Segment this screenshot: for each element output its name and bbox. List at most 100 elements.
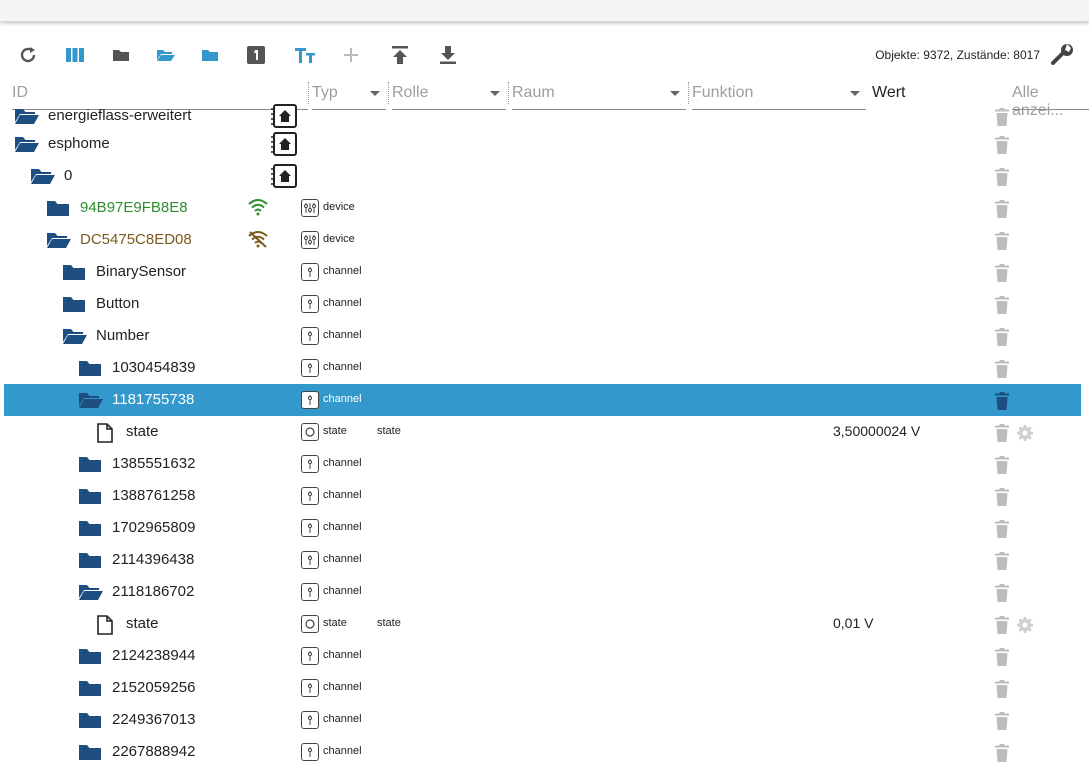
folder-closed-icon[interactable] <box>78 679 102 702</box>
trash-icon[interactable] <box>995 392 1009 415</box>
trash-icon[interactable] <box>995 136 1009 159</box>
tree-row-name: 1385551632 <box>112 455 196 472</box>
folder-closed-icon[interactable] <box>78 455 102 478</box>
channel-type-icon <box>301 647 319 665</box>
tree-row-name: energieflass-erweitert <box>48 107 192 124</box>
tree-row[interactable]: 2152059256 channel <box>4 672 1081 704</box>
chevron-down-icon <box>850 91 860 96</box>
channel-type-icon <box>301 295 319 313</box>
plus-icon[interactable] <box>338 42 364 68</box>
columns-icon[interactable] <box>62 42 88 68</box>
tree-row-name: 94B97E9FB8E8 <box>80 199 188 216</box>
tree-row-name: 2124238944 <box>112 647 196 664</box>
tree-row[interactable]: Number channel <box>4 320 1081 352</box>
tree-row-type: state <box>323 617 347 629</box>
folder-closed-icon[interactable] <box>78 359 102 382</box>
folder-closed-icon[interactable] <box>108 42 134 68</box>
file-icon[interactable] <box>96 615 114 640</box>
tree-row[interactable]: 1385551632 channel <box>4 448 1081 480</box>
tree-row[interactable]: esphome <box>4 128 1081 160</box>
tree-row[interactable]: Button channel <box>4 288 1081 320</box>
tree-row[interactable]: 1030454839 channel <box>4 352 1081 384</box>
folder-open-icon[interactable] <box>14 135 40 158</box>
folder-closed-icon[interactable] <box>78 487 102 510</box>
trash-icon[interactable] <box>995 488 1009 511</box>
channel-type-icon <box>301 743 319 761</box>
trash-icon[interactable] <box>995 680 1009 703</box>
tree-row[interactable]: 1702965809 channel <box>4 512 1081 544</box>
tree-row[interactable]: state state state 0,01 V <box>4 608 1081 640</box>
trash-icon[interactable] <box>995 232 1009 255</box>
tree-row[interactable]: 2249367013 channel <box>4 704 1081 736</box>
tree-row[interactable]: 1388761258 channel <box>4 480 1081 512</box>
folder-closed-icon[interactable] <box>78 551 102 574</box>
tree-row-role: state <box>377 617 401 629</box>
number-one-icon[interactable] <box>243 42 269 68</box>
trash-icon[interactable] <box>995 456 1009 479</box>
folder-open-icon[interactable] <box>14 107 40 130</box>
filter-typ-label: Typ <box>312 84 338 101</box>
folder-closed-icon[interactable] <box>78 711 102 734</box>
tree-row[interactable]: 2267888942 channel <box>4 736 1081 768</box>
folder-icon[interactable] <box>197 42 223 68</box>
toolbar: Objekte: 9372, Zustände: 8017 <box>0 36 1089 72</box>
trash-icon[interactable] <box>995 168 1009 191</box>
tree-row-name: Number <box>96 327 150 344</box>
file-icon[interactable] <box>96 423 114 448</box>
folder-closed-icon[interactable] <box>78 519 102 542</box>
tree-row-value[interactable]: 3,50000024 V <box>833 423 920 439</box>
text-size-icon[interactable] <box>292 42 318 68</box>
tree-row[interactable]: state state state 3,50000024 V <box>4 416 1081 448</box>
tree-row-name: 2267888942 <box>112 743 196 760</box>
tree-row-type: device <box>323 233 355 245</box>
folder-open-icon[interactable] <box>78 583 104 606</box>
trash-icon[interactable] <box>995 360 1009 383</box>
tree-row-name: 2114396438 <box>112 551 195 568</box>
gear-icon[interactable] <box>1016 424 1034 447</box>
trash-icon[interactable] <box>995 616 1009 639</box>
refresh-icon[interactable] <box>15 42 41 68</box>
tree-row[interactable]: 1181755738 channel <box>4 384 1081 416</box>
trash-icon[interactable] <box>995 200 1009 223</box>
upload-icon[interactable] <box>387 42 413 68</box>
folder-closed-icon[interactable] <box>62 295 86 318</box>
folder-open-icon[interactable] <box>153 42 179 68</box>
tree-row[interactable]: 0 <box>4 160 1081 192</box>
trash-icon[interactable] <box>995 712 1009 735</box>
tree-row-type: channel <box>323 521 362 533</box>
trash-icon[interactable] <box>995 584 1009 607</box>
download-icon[interactable] <box>435 42 461 68</box>
tree-row-type: state <box>323 425 347 437</box>
trash-icon[interactable] <box>995 328 1009 351</box>
tree-row-name: esphome <box>48 135 110 152</box>
tree-row-type: channel <box>323 649 362 661</box>
folder-open-icon[interactable] <box>30 167 56 190</box>
folder-open-icon[interactable] <box>78 391 104 414</box>
wrench-icon[interactable] <box>1049 41 1077 69</box>
folder-open-icon[interactable] <box>46 231 72 254</box>
gear-icon[interactable] <box>1016 616 1034 639</box>
tree-row[interactable]: 2114396438 channel <box>4 544 1081 576</box>
tree-row-type: channel <box>323 361 362 373</box>
folder-closed-icon[interactable] <box>46 199 70 222</box>
folder-closed-icon[interactable] <box>62 263 86 286</box>
trash-icon[interactable] <box>995 424 1009 447</box>
trash-icon[interactable] <box>995 520 1009 543</box>
tree-row[interactable]: BinarySensor channel <box>4 256 1081 288</box>
folder-open-icon[interactable] <box>62 327 88 350</box>
trash-icon[interactable] <box>995 648 1009 671</box>
wifi-off-icon <box>247 230 269 253</box>
trash-icon[interactable] <box>995 264 1009 287</box>
tree-row-value[interactable]: 0,01 V <box>833 615 873 631</box>
trash-icon[interactable] <box>995 296 1009 319</box>
folder-closed-icon[interactable] <box>78 647 102 670</box>
tree-row[interactable]: 2118186702 channel <box>4 576 1081 608</box>
tree-row[interactable]: DC5475C8ED08 device <box>4 224 1081 256</box>
trash-icon[interactable] <box>995 552 1009 575</box>
trash-icon[interactable] <box>995 744 1009 767</box>
tree-row[interactable]: 94B97E9FB8E8 device <box>4 192 1081 224</box>
folder-closed-icon[interactable] <box>78 743 102 766</box>
channel-type-icon <box>301 711 319 729</box>
tree-row-type: channel <box>323 297 362 309</box>
tree-row[interactable]: 2124238944 channel <box>4 640 1081 672</box>
